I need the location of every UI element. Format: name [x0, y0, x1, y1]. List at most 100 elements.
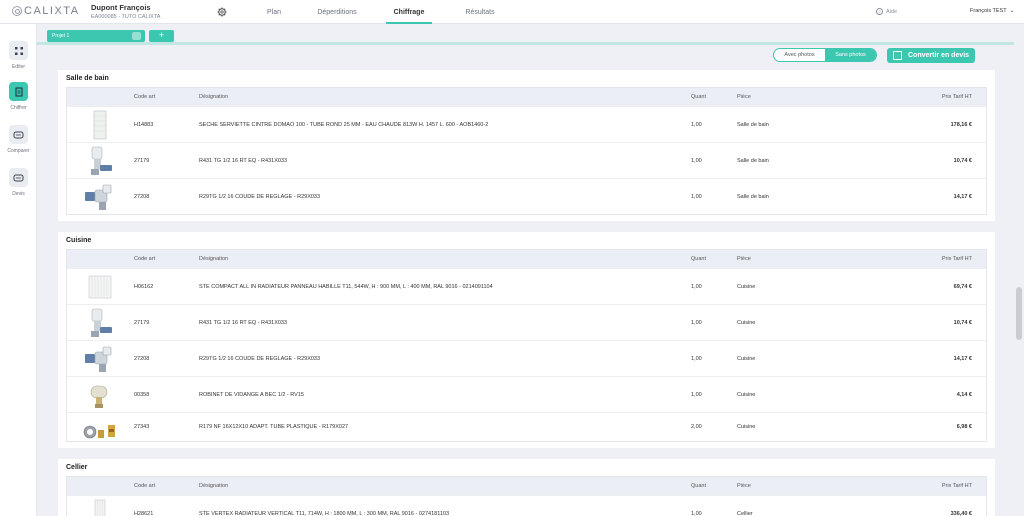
product-room: Salle de bain	[737, 157, 769, 164]
product-thumbnail	[83, 308, 117, 338]
product-price: 4,14 €	[956, 391, 972, 398]
product-quantity: 1,00	[691, 510, 702, 516]
tab-chiffrage[interactable]: Chiffrage	[386, 0, 432, 24]
room-title: Salle de bain	[66, 75, 109, 82]
table-row[interactable]: 27343 R179 NF 16X12X10 ADAPT. TUBE PLAST…	[67, 412, 986, 441]
table-row[interactable]: 00358 ROBINET DE VIDANGE A BEC 1/2 - RV1…	[67, 376, 986, 412]
scrollbar-thumb[interactable]	[1016, 287, 1022, 340]
table-row[interactable]: 27208 R29TG 1/2 16 COUDE DE REGLAGE - R2…	[67, 340, 986, 376]
product-designation: R29TG 1/2 16 COUDE DE REGLAGE - R29X033	[199, 193, 321, 200]
product-quantity: 1,00	[691, 355, 702, 362]
product-room: Cuisine	[737, 424, 756, 430]
header-price: Prix Tarif HT	[941, 483, 972, 489]
product-designation: R29TG 1/2 16 COUDE DE REGLAGE - R29X033	[199, 355, 321, 362]
sidebar-item-chiffrer[interactable]: Chiffrer	[0, 82, 37, 111]
product-designation: R431 TG 1/2 16 RT EQ - R431X033	[199, 319, 288, 326]
product-room: Cuisine	[737, 319, 756, 326]
header-quantity: Quant	[691, 256, 706, 262]
table-row[interactable]: 27208 R29TG 1/2 16 COUDE DE REGLAGE - R2…	[67, 178, 986, 214]
product-room: Salle de bain	[737, 193, 769, 200]
logo-icon	[12, 6, 22, 16]
sidebar: Editer Chiffrer Comparer Devis	[0, 24, 37, 516]
photo-toggle[interactable]: Avec photos Sans photos	[773, 48, 877, 62]
sidebar-item-label: Editer	[11, 64, 26, 70]
product-room: Cellier	[737, 510, 753, 516]
product-code: 27208	[134, 193, 150, 200]
project-tab-bar	[37, 42, 1014, 45]
sidebar-item-editer[interactable]: Editer	[0, 41, 37, 70]
product-thumbnail	[83, 110, 117, 140]
items-table: Code art Désignation Quant Pièce Prix Ta…	[66, 87, 987, 215]
product-code: H28621	[134, 510, 154, 516]
room-section: Cuisine Code art Désignation Quant Pièce…	[58, 232, 995, 448]
product-thumbnail	[83, 380, 117, 410]
product-designation: STE VERTEX RADIATEUR VERTICAL T11, 714W,…	[199, 510, 450, 516]
product-room: Cuisine	[737, 283, 756, 290]
help-icon: ?	[876, 8, 883, 15]
product-quantity: 1,00	[691, 157, 702, 164]
boiler-icon	[9, 168, 28, 187]
product-designation: ROBINET DE VIDANGE A BEC 1/2 - RV15	[199, 391, 304, 398]
product-code: 00358	[134, 391, 150, 398]
sidebar-item-comparer[interactable]: Comparer	[0, 125, 37, 154]
with-photos-option[interactable]: Avec photos	[774, 49, 825, 61]
product-thumbnail	[83, 182, 117, 212]
project-tab[interactable]: Projet 1	[47, 30, 145, 42]
table-row[interactable]: 27179 R431 TG 1/2 16 RT EQ - R431X033 1,…	[67, 304, 986, 340]
client-info: Dupont François EA000085 - TUTO CALIXTA	[91, 3, 160, 20]
edit-icon[interactable]	[132, 32, 141, 40]
product-thumbnail	[83, 146, 117, 176]
document-icon	[9, 82, 28, 101]
header-code: Code art	[134, 256, 156, 262]
product-price: 14,17 €	[953, 193, 972, 200]
product-code: 27179	[134, 319, 150, 326]
room-title: Cellier	[66, 464, 88, 471]
sidebar-item-devis[interactable]: Devis	[0, 168, 37, 197]
table-header: Code art Désignation Quant Pièce Prix Ta…	[67, 250, 986, 268]
calixta-logo[interactable]: CALIXTA	[12, 5, 80, 17]
header-price: Prix Tarif HT	[941, 94, 972, 100]
product-code: 27343	[134, 424, 150, 430]
main-tabs: Plan Déperditions Chiffrage Résultats	[260, 0, 528, 24]
without-photos-option[interactable]: Sans photos	[825, 49, 876, 61]
header-price: Prix Tarif HT	[941, 256, 972, 262]
product-quantity: 1,00	[691, 319, 702, 326]
gear-icon[interactable]	[217, 7, 227, 17]
convert-label: Convertir en devis	[908, 52, 970, 59]
table-row[interactable]: 27179 R431 TG 1/2 16 RT EQ - R431X033 1,…	[67, 142, 986, 178]
chevron-down-icon: ⌄	[1009, 8, 1015, 14]
product-thumbnail	[83, 499, 117, 516]
product-price: 178,16 €	[950, 121, 972, 128]
client-name: Dupont François	[91, 3, 151, 12]
user-menu[interactable]: François TEST ⌄	[970, 8, 1014, 14]
table-row[interactable]: H06162 STE COMPACT ALL IN RADIATEUR PANN…	[67, 268, 986, 304]
product-code: H06162	[134, 283, 154, 290]
header-designation: Désignation	[199, 256, 229, 262]
product-code: 27208	[134, 355, 150, 362]
header-designation: Désignation	[199, 94, 229, 100]
product-price: 10,74 €	[953, 319, 972, 326]
header-code: Code art	[134, 94, 156, 100]
sidebar-item-label: Chiffrer	[10, 105, 27, 111]
items-table: Code art Désignation Quant Pièce Prix Ta…	[66, 249, 987, 442]
add-project-button[interactable]: +	[149, 30, 174, 42]
product-thumbnail	[83, 272, 117, 302]
product-code: 27179	[134, 157, 150, 164]
help-link[interactable]: ? Aide	[876, 8, 897, 15]
tab-resultats[interactable]: Résultats	[432, 0, 528, 24]
header-room: Pièce	[737, 483, 751, 489]
convert-to-quote-button[interactable]: Convertir en devis	[887, 48, 975, 63]
header-room: Pièce	[737, 94, 751, 100]
product-price: 10,74 €	[953, 157, 972, 164]
help-label: Aide	[886, 8, 898, 15]
product-quantity: 2,00	[691, 424, 702, 430]
header-quantity: Quant	[691, 483, 706, 489]
product-room: Cuisine	[737, 391, 756, 398]
tab-plan[interactable]: Plan	[260, 0, 288, 24]
items-table: Code art Désignation Quant Pièce Prix Ta…	[66, 476, 987, 516]
table-row[interactable]: H28621 STE VERTEX RADIATEUR VERTICAL T11…	[67, 495, 986, 516]
user-name: François TEST	[970, 8, 1007, 14]
table-row[interactable]: H14883 SECHE SERVIETTE CINTRE DOMAO 100 …	[67, 106, 986, 142]
client-reference: EA000085 - TUTO CALIXTA	[91, 14, 161, 20]
tab-deperditions[interactable]: Déperditions	[288, 0, 386, 24]
